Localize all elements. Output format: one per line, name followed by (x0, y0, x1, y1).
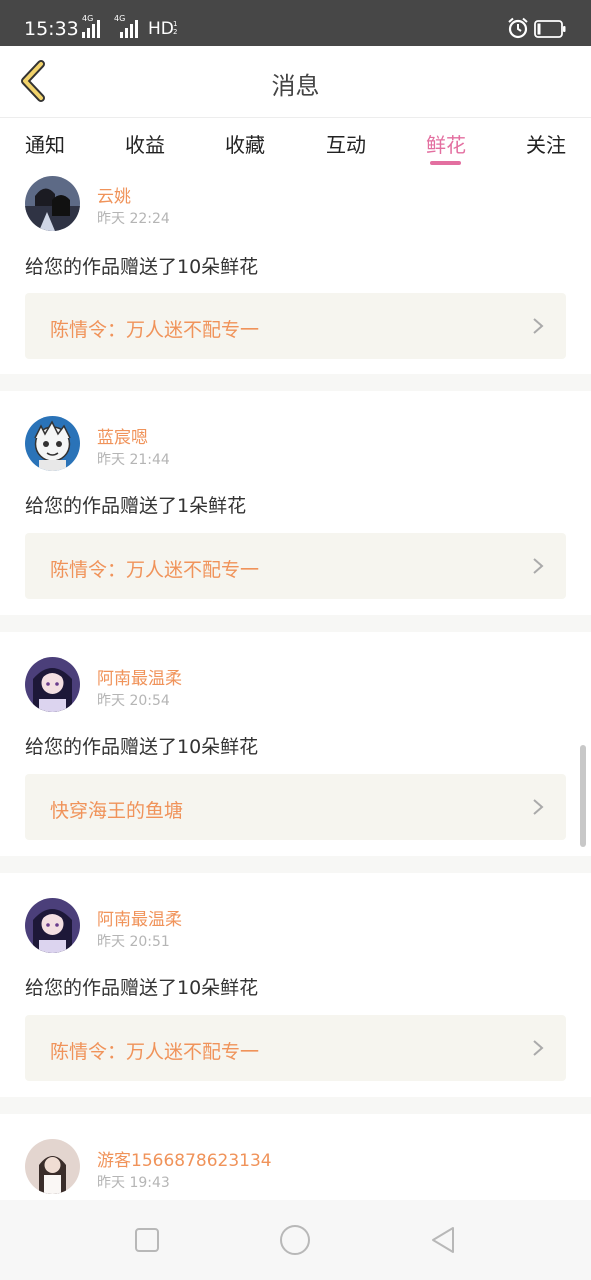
page-title: 消息 (271, 72, 320, 100)
recents-square-icon[interactable] (129, 1222, 165, 1258)
timestamp: 昨天 22:24 (97, 211, 170, 227)
work-title: 陈情令：万人迷不配专一 (50, 319, 260, 341)
gift-message: 给您的作品赠送了10朵鲜花 (25, 736, 259, 758)
divider (0, 374, 591, 391)
work-title: 陈情令：万人迷不配专一 (50, 1041, 260, 1063)
work-link[interactable]: 陈情令：万人迷不配专一 (25, 293, 566, 359)
username[interactable]: 蓝宸嗯 (97, 423, 148, 448)
tab-favorites[interactable]: 收藏 (205, 129, 285, 158)
header: 消息 (0, 46, 591, 118)
list-item: 阿南最温柔 昨天 20:51 给您的作品赠送了10朵鲜花 陈情令：万人迷不配专一 (0, 873, 591, 1081)
chevron-right-icon (533, 318, 544, 334)
avatar[interactable] (25, 898, 80, 953)
battery-icon (534, 20, 566, 38)
work-link[interactable]: 陈情令：万人迷不配专一 (25, 533, 566, 599)
username[interactable]: 阿南最温柔 (97, 664, 182, 689)
work-link[interactable]: 陈情令：万人迷不配专一 (25, 1015, 566, 1081)
chevron-right-icon (533, 558, 544, 574)
tab-earnings[interactable]: 收益 (105, 129, 185, 158)
gift-message: 给您的作品赠送了10朵鲜花 (25, 256, 259, 278)
timestamp: 昨天 19:43 (97, 1175, 170, 1191)
alarm-icon (508, 17, 528, 39)
signal-2-icon (120, 20, 138, 38)
list-item: 云姚 昨天 22:24 给您的作品赠送了10朵鲜花 陈情令：万人迷不配专一 (0, 170, 591, 374)
list-item: 阿南最温柔 昨天 20:54 给您的作品赠送了10朵鲜花 快穿海王的鱼塘 (0, 632, 591, 840)
tab-following[interactable]: 关注 (506, 129, 586, 158)
avatar[interactable] (25, 1139, 80, 1194)
status-time: 15:33 (24, 18, 79, 40)
timestamp: 昨天 21:44 (97, 452, 170, 468)
work-title: 快穿海王的鱼塘 (50, 800, 184, 822)
flower-message-list[interactable]: 云姚 昨天 22:24 给您的作品赠送了10朵鲜花 陈情令：万人迷不配专一 蓝宸… (0, 170, 591, 1200)
tab-flowers[interactable]: 鲜花 (406, 129, 486, 158)
tab-notifications[interactable]: 通知 (5, 129, 85, 158)
username[interactable]: 游客1566878623134 (97, 1146, 272, 1171)
avatar[interactable] (25, 416, 80, 471)
back-triangle-icon[interactable] (425, 1222, 461, 1258)
system-nav-bar (0, 1200, 591, 1280)
tab-interactions[interactable]: 互动 (306, 129, 386, 158)
tab-active-indicator (430, 161, 461, 165)
list-item: 游客1566878623134 昨天 19:43 (0, 1114, 591, 1200)
divider (0, 615, 591, 632)
status-bar: 15:33 4G 4G HD 12 (0, 0, 591, 46)
hd-label: HD (148, 19, 174, 39)
divider (0, 1097, 591, 1114)
chevron-right-icon (533, 1040, 544, 1056)
username[interactable]: 阿南最温柔 (97, 905, 182, 930)
timestamp: 昨天 20:51 (97, 934, 170, 950)
gift-message: 给您的作品赠送了1朵鲜花 (25, 495, 247, 517)
avatar[interactable] (25, 657, 80, 712)
timestamp: 昨天 20:54 (97, 693, 170, 709)
scrollbar[interactable] (580, 745, 586, 847)
divider (0, 856, 591, 873)
avatar[interactable] (25, 176, 80, 231)
gift-message: 给您的作品赠送了10朵鲜花 (25, 977, 259, 999)
signal-1-icon (82, 20, 100, 38)
username[interactable]: 云姚 (97, 182, 131, 207)
chevron-right-icon (533, 799, 544, 815)
work-link[interactable]: 快穿海王的鱼塘 (25, 774, 566, 840)
hd-sub: 12 (173, 20, 178, 36)
tab-bar: 通知 收益 收藏 互动 鲜花 关注 (0, 119, 591, 169)
home-circle-icon[interactable] (277, 1222, 313, 1258)
work-title: 陈情令：万人迷不配专一 (50, 559, 260, 581)
list-item: 蓝宸嗯 昨天 21:44 给您的作品赠送了1朵鲜花 陈情令：万人迷不配专一 (0, 391, 591, 599)
